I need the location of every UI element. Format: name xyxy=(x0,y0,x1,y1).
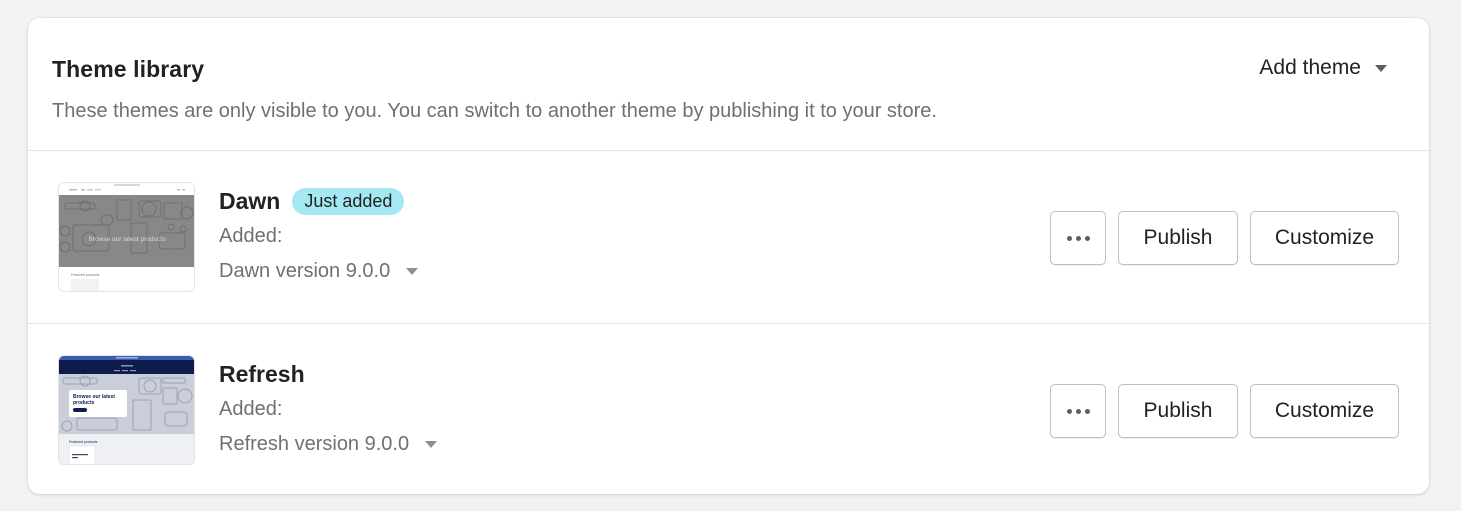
ellipsis-icon xyxy=(1066,408,1090,414)
add-theme-label: Add theme xyxy=(1259,56,1361,79)
theme-info-refresh: Refresh Added: Refresh version 9.0.0 xyxy=(219,358,438,459)
card-header: Theme library These themes are only visi… xyxy=(28,18,1429,151)
refresh-preview-section: Featured products xyxy=(69,440,98,444)
customize-button[interactable]: Customize xyxy=(1250,211,1399,265)
card-subtitle: These themes are only visible to you. Yo… xyxy=(52,100,937,122)
theme-actions: Publish Customize xyxy=(1050,211,1399,265)
theme-thumbnail-refresh[interactable]: Browse our latest products Featured prod… xyxy=(58,355,195,465)
theme-library-card: Theme library These themes are only visi… xyxy=(28,18,1429,494)
more-actions-button[interactable] xyxy=(1050,211,1106,265)
caret-down-icon xyxy=(1375,64,1387,72)
refresh-preview-image: Browse our latest products Featured prod… xyxy=(59,356,194,464)
publish-button[interactable]: Publish xyxy=(1118,211,1238,265)
theme-thumbnail-dawn[interactable]: Browse our latest products Featured prod… xyxy=(58,182,195,292)
dawn-preview-image: Browse our latest products Featured prod… xyxy=(59,183,194,291)
ellipsis-icon xyxy=(1066,235,1090,241)
more-actions-button[interactable] xyxy=(1050,384,1106,438)
refresh-preview-heading-line2: products xyxy=(73,400,95,406)
add-theme-button[interactable]: Add theme xyxy=(1259,56,1387,80)
added-label: Added: xyxy=(219,398,283,420)
caret-down-icon xyxy=(425,440,438,448)
just-added-badge: Just added xyxy=(292,187,405,215)
version-label: Refresh version 9.0.0 xyxy=(219,432,410,455)
version-dropdown[interactable]: Dawn version 9.0.0 xyxy=(219,256,419,286)
theme-row-dawn: Browse our latest products Featured prod… xyxy=(28,151,1429,323)
dawn-preview-section: Featured products xyxy=(71,273,100,277)
theme-row-refresh: Browse our latest products Featured prod… xyxy=(28,323,1429,494)
theme-actions: Publish Customize xyxy=(1050,384,1399,438)
theme-name: Dawn xyxy=(219,187,281,214)
publish-button[interactable]: Publish xyxy=(1118,384,1238,438)
dawn-preview-heading: Browse our latest products xyxy=(89,236,167,243)
theme-info-dawn: Dawn Just added Added: Dawn version 9.0.… xyxy=(219,185,419,286)
theme-name: Refresh xyxy=(219,360,305,387)
caret-down-icon xyxy=(406,267,419,275)
card-title: Theme library xyxy=(52,56,205,82)
version-dropdown[interactable]: Refresh version 9.0.0 xyxy=(219,429,438,459)
customize-button[interactable]: Customize xyxy=(1250,384,1399,438)
version-label: Dawn version 9.0.0 xyxy=(219,259,391,282)
added-label: Added: xyxy=(219,225,283,247)
